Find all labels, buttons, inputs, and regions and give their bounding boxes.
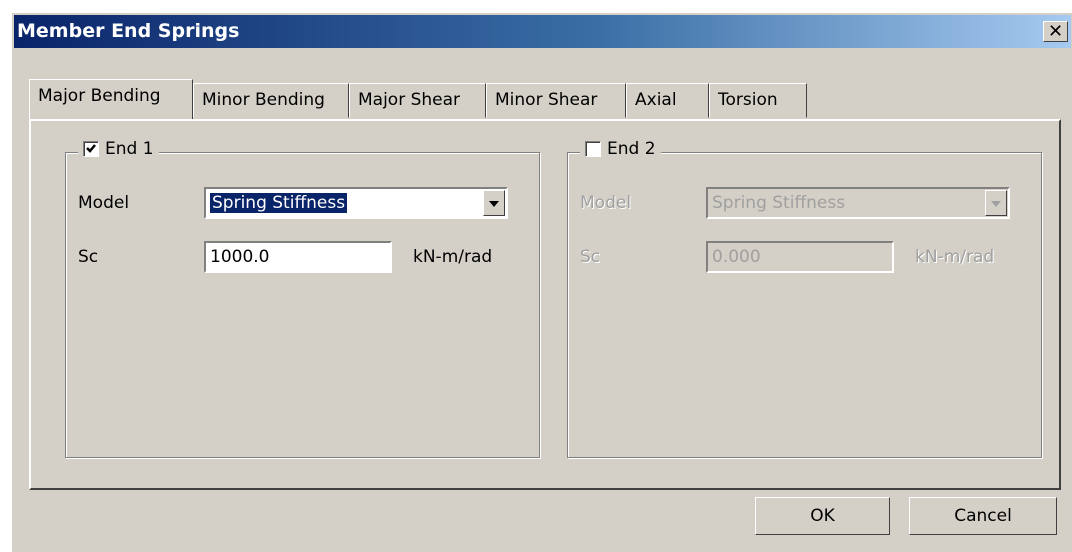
chevron-down-icon[interactable] bbox=[483, 190, 505, 216]
end1-sc-unit: kN-m/rad bbox=[413, 247, 493, 267]
end1-model-label: Model bbox=[78, 193, 130, 213]
cancel-label: Cancel bbox=[954, 506, 1012, 526]
title-bar[interactable]: Member End Springs ✕ bbox=[14, 15, 1071, 48]
tab-minor-shear[interactable]: Minor Shear bbox=[486, 83, 626, 118]
end1-model-select[interactable]: Spring Stiffness bbox=[204, 187, 508, 219]
tab-panel-major-bending: End 1 Model Spring Stiffness Sc 1000.0 k… bbox=[29, 119, 1061, 490]
ok-label: OK bbox=[810, 506, 835, 526]
tab-major-bending[interactable]: Major Bending bbox=[29, 79, 193, 119]
tab-label: Major Bending bbox=[38, 86, 161, 106]
end2-sc-input: 0.000 bbox=[706, 241, 894, 273]
ok-button[interactable]: OK bbox=[755, 497, 890, 535]
member-end-springs-dialog: Member End Springs ✕ Major Bending Minor… bbox=[11, 12, 1072, 552]
end2-sc-value: 0.000 bbox=[712, 247, 761, 267]
close-icon: ✕ bbox=[1047, 21, 1064, 42]
end1-label: End 1 bbox=[105, 139, 154, 159]
end2-group: End 2 Model Spring Stiffness Sc 0.000 kN… bbox=[567, 139, 1042, 458]
tab-label: Major Shear bbox=[358, 90, 461, 110]
chevron-down-icon bbox=[985, 190, 1007, 216]
end2-checkbox[interactable] bbox=[585, 141, 601, 157]
end1-sc-value: 1000.0 bbox=[210, 247, 270, 267]
check-icon bbox=[86, 144, 96, 153]
end1-model-value: Spring Stiffness bbox=[210, 193, 348, 213]
tab-label: Axial bbox=[635, 90, 677, 110]
tab-label: Minor Shear bbox=[495, 90, 598, 110]
tab-major-shear[interactable]: Major Shear bbox=[349, 83, 486, 118]
end1-sc-label: Sc bbox=[78, 247, 99, 267]
tab-label: Torsion bbox=[718, 90, 778, 110]
end2-model-label: Model bbox=[580, 193, 632, 213]
end2-legend: End 2 bbox=[580, 139, 661, 159]
end2-label: End 2 bbox=[607, 139, 656, 159]
end2-sc-label: Sc bbox=[580, 247, 601, 267]
tab-minor-bending[interactable]: Minor Bending bbox=[193, 83, 349, 118]
end2-model-value: Spring Stiffness bbox=[712, 193, 846, 213]
tab-axial[interactable]: Axial bbox=[626, 83, 709, 118]
end2-model-select: Spring Stiffness bbox=[706, 187, 1010, 219]
end2-sc-unit: kN-m/rad bbox=[915, 247, 995, 267]
end1-group: End 1 Model Spring Stiffness Sc 1000.0 k… bbox=[65, 139, 540, 458]
window-title: Member End Springs bbox=[17, 20, 240, 42]
tab-label: Minor Bending bbox=[202, 90, 325, 110]
end1-legend: End 1 bbox=[78, 139, 159, 159]
end1-sc-input[interactable]: 1000.0 bbox=[204, 241, 392, 273]
end1-checkbox[interactable] bbox=[83, 141, 99, 157]
cancel-button[interactable]: Cancel bbox=[909, 497, 1057, 535]
close-button[interactable]: ✕ bbox=[1043, 21, 1068, 42]
tab-torsion[interactable]: Torsion bbox=[709, 83, 807, 118]
